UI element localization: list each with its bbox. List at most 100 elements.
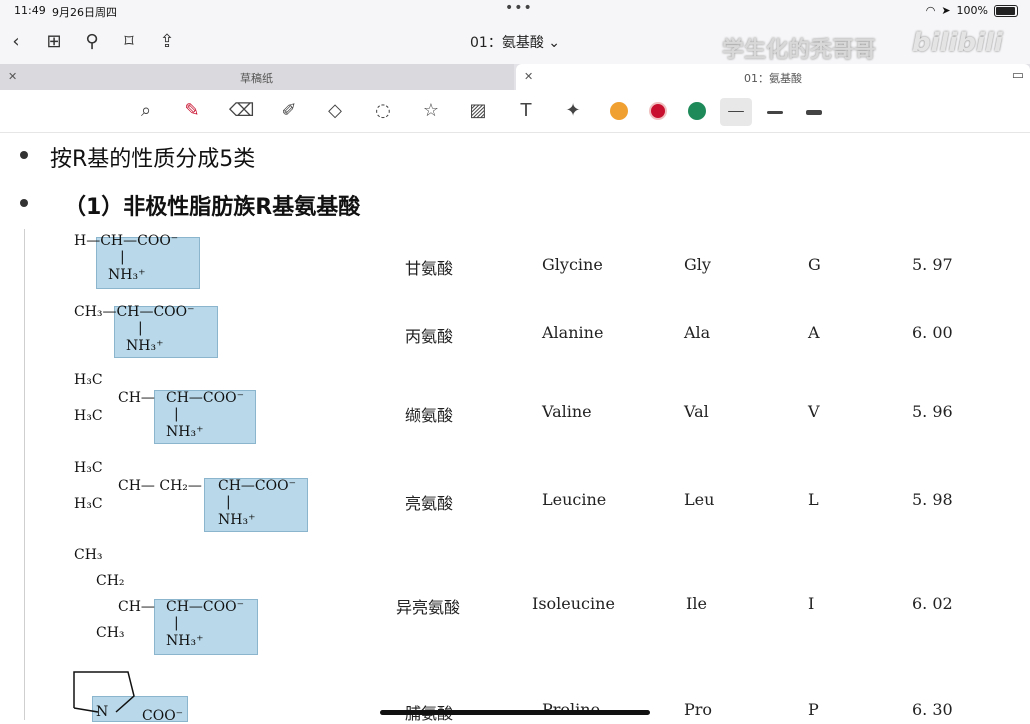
formula-text: COO⁻ <box>142 708 184 724</box>
tab-draft[interactable]: ✕ 草稿纸 <box>0 64 514 90</box>
pi-value: 5. 97 <box>912 255 953 274</box>
lasso-select-icon[interactable]: ⌕ <box>134 99 158 123</box>
formula-text: CH— CH₂— <box>118 478 202 494</box>
tab-label: 01：氨基酸 <box>744 72 802 85</box>
formula-text: CH— <box>118 599 155 615</box>
battery-icon <box>994 4 1018 17</box>
name-en: Leucine <box>542 490 607 509</box>
abbr-1: A <box>808 323 820 342</box>
tab-amino-acid[interactable]: ✕ 01：氨基酸 ▭ <box>516 64 1030 90</box>
location-icon: ➤ <box>941 4 951 17</box>
pi-value: 5. 96 <box>912 402 953 421</box>
close-icon[interactable]: ✕ <box>524 70 533 83</box>
abbr-3: Ala <box>684 323 711 342</box>
note-content: 按R基的性质分成5类 （1）非极性脂肪族R基氨基酸 甘氨酸 Glycine Gl… <box>0 133 1030 724</box>
close-icon[interactable]: ✕ <box>8 70 17 83</box>
formula-text: NH₃⁺ <box>166 424 204 440</box>
left-rule <box>24 229 25 720</box>
status-right: ◠ ➤ 100% <box>926 4 1018 17</box>
pi-value: 6. 02 <box>912 594 953 613</box>
formula-text: NH₃⁺ <box>126 338 164 354</box>
bilibili-logo: bilibili <box>912 28 1003 58</box>
watermark-text: 学生化的秃哥哥 <box>722 38 877 63</box>
back-icon[interactable]: ‹ <box>4 30 28 54</box>
bond-line: | <box>174 406 179 422</box>
stroke-medium[interactable] <box>759 98 791 126</box>
name-cn: 亮氨酸 <box>405 494 454 513</box>
formula-text: NH₃⁺ <box>108 267 146 283</box>
bond-line: | <box>174 615 179 631</box>
bullet-1 <box>20 151 28 159</box>
grid-icon[interactable]: ⊞ <box>42 30 66 54</box>
formula-text: H—CH—COO⁻ <box>74 233 179 249</box>
abbr-3: Val <box>684 402 709 421</box>
bookmark-icon[interactable]: ⌑ <box>117 30 141 54</box>
home-indicator[interactable] <box>380 710 650 715</box>
formula-text: CH—COO⁻ <box>166 599 244 615</box>
color-red-selected[interactable] <box>649 102 667 120</box>
formula-text: H₃C <box>74 408 103 424</box>
wifi-icon: ◠ <box>925 4 936 17</box>
stroke-thick[interactable] <box>798 98 830 126</box>
name-cn: 异亮氨酸 <box>396 598 461 617</box>
heading-nonpolar: （1）非极性脂肪族R基氨基酸 <box>64 195 361 220</box>
split-view-icon[interactable]: ▭ <box>1012 68 1024 83</box>
name-en: Isoleucine <box>532 594 615 613</box>
formula-text: CH₂ <box>96 573 125 589</box>
eraser-icon[interactable]: ⌫ <box>229 99 254 123</box>
color-green[interactable] <box>688 102 706 120</box>
drawing-toolbar: ⌕ ✎ ⌫ ✐ ◇ ◌ ☆ ▨ T ✦ <box>0 90 1030 133</box>
abbr-1: P <box>808 700 819 719</box>
abbr-3: Pro <box>684 700 713 719</box>
name-en: Alanine <box>542 323 604 342</box>
stroke-thin[interactable] <box>720 98 752 126</box>
bullet-2 <box>20 199 28 207</box>
status-date: 9月26日周四 <box>52 6 117 19</box>
name-en: Glycine <box>542 255 603 274</box>
name-cn: 甘氨酸 <box>405 259 454 278</box>
status-time: 11:49 <box>14 4 46 17</box>
formula-text: N <box>96 704 109 720</box>
abbr-1: I <box>808 594 815 613</box>
formula-text: H₃C <box>74 496 103 512</box>
shapes-icon[interactable]: ◇ <box>323 99 347 123</box>
tab-label: 草稿纸 <box>240 72 273 85</box>
formula-text: CH— <box>118 390 155 406</box>
status-bar: 11:49 9月26日周四 ••• ◠ ➤ 100% <box>0 0 1030 22</box>
formula-text: CH₃ <box>74 547 103 563</box>
bond-line: | <box>120 249 125 265</box>
abbr-3: Leu <box>684 490 715 509</box>
heading-classification: 按R基的性质分成5类 <box>50 147 256 172</box>
formula-text: NH₃⁺ <box>218 512 256 528</box>
multitask-dots-icon[interactable]: ••• <box>505 0 533 16</box>
image-icon[interactable]: ▨ <box>466 99 490 123</box>
abbr-3: Ile <box>686 594 707 613</box>
formula-text: CH₃ <box>96 625 125 641</box>
lasso-icon[interactable]: ◌ <box>371 99 395 123</box>
bond-line: | <box>226 494 231 510</box>
pi-value: 6. 00 <box>912 323 953 342</box>
formula-text: CH—COO⁻ <box>218 478 296 494</box>
share-icon[interactable]: ⇪ <box>155 30 179 54</box>
laser-pointer-icon[interactable]: ✦ <box>561 99 585 123</box>
formula-text: NH₃⁺ <box>166 633 204 649</box>
bond-line: | <box>138 320 143 336</box>
highlighter-icon[interactable]: ✐ <box>277 99 301 123</box>
pen-icon[interactable]: ✎ <box>180 99 204 123</box>
search-icon[interactable]: ⚲ <box>80 30 104 54</box>
color-orange[interactable] <box>610 102 628 120</box>
name-cn: 缬氨酸 <box>405 406 454 425</box>
name-en: Valine <box>542 402 592 421</box>
formula-text: H₃C <box>74 372 103 388</box>
pi-value: 6. 30 <box>912 700 953 719</box>
formula-text: H₃C <box>74 460 103 476</box>
abbr-1: G <box>808 255 821 274</box>
name-cn: 丙氨酸 <box>405 327 454 346</box>
text-icon[interactable]: T <box>514 99 538 123</box>
tab-bar: ✕ 草稿纸 ✕ 01：氨基酸 ▭ <box>0 64 1030 90</box>
sticker-icon[interactable]: ☆ <box>419 99 443 123</box>
abbr-1: V <box>808 402 820 421</box>
document-title[interactable]: 01：氨基酸 ⌄ <box>470 32 560 52</box>
abbr-1: L <box>808 490 819 509</box>
nav-bar: ‹ ⊞ ⚲ ⌑ ⇪ 01：氨基酸 ⌄ 学生化的秃哥哥 bilibili <box>0 22 1030 64</box>
